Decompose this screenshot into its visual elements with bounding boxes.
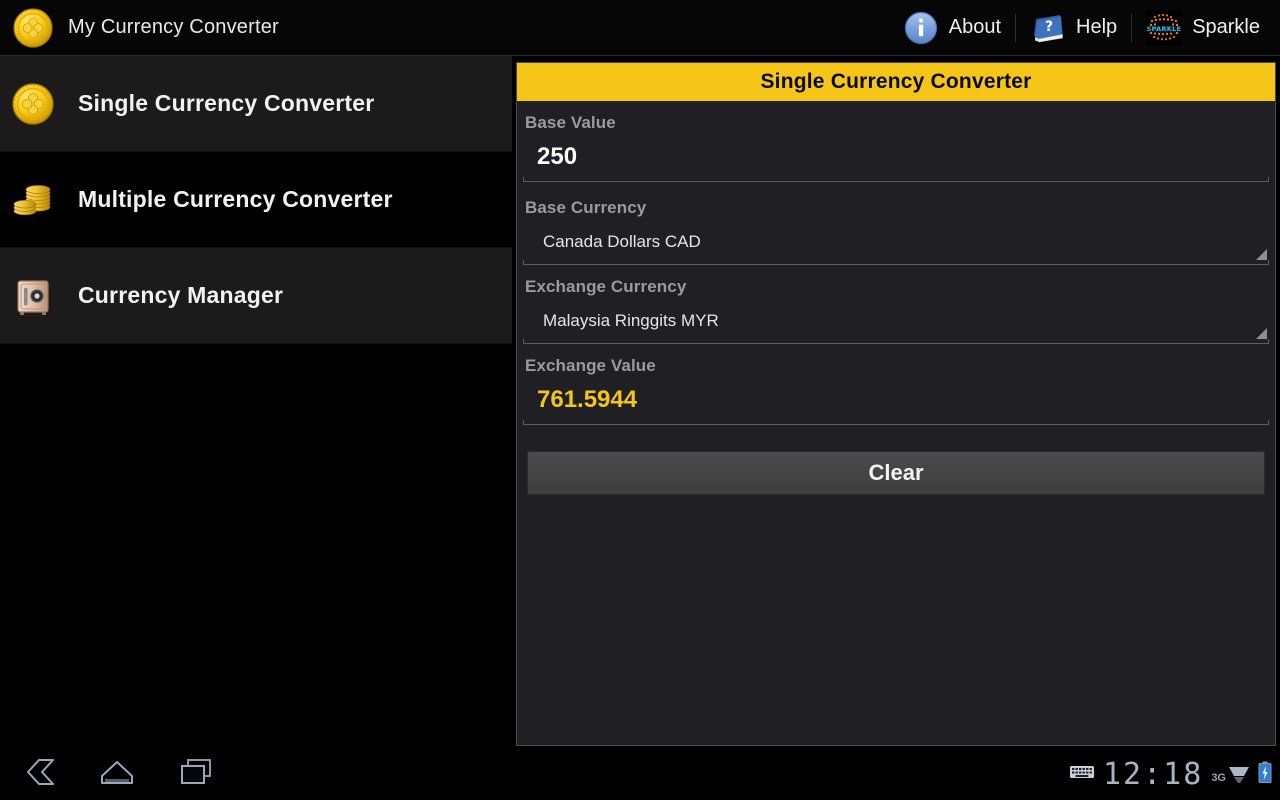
sparkle-label: Sparkle	[1192, 16, 1260, 38]
sidebar: Single Currency Converter Multiple Curre…	[0, 56, 512, 800]
app-icon	[12, 7, 54, 49]
sidebar-item-label: Multiple Currency Converter	[78, 186, 393, 212]
exchange-currency-field: Exchange Currency Malaysia Ringgits MYR	[523, 265, 1269, 344]
base-currency-field: Base Currency Canada Dollars CAD	[523, 186, 1269, 265]
chevron-down-icon	[1256, 328, 1267, 339]
exchange-value-field: Exchange Value 761.5944	[523, 344, 1269, 429]
sparkle-button[interactable]: SPARKLE Sparkle	[1131, 5, 1274, 51]
info-circle-icon	[902, 9, 940, 47]
home-button[interactable]	[78, 748, 156, 800]
base-value-underline	[523, 177, 1269, 182]
exchange-currency-underline	[523, 339, 1269, 344]
about-button[interactable]: About	[888, 5, 1015, 51]
sparkle-icon-text: SPARKLE	[1147, 24, 1182, 32]
sidebar-item-label: Currency Manager	[78, 282, 284, 308]
base-currency-underline	[523, 260, 1269, 265]
svg-text:?: ?	[1045, 19, 1053, 35]
help-button[interactable]: ? Help	[1015, 5, 1131, 51]
system-navigation-bar: 12:18 3G	[0, 748, 1280, 800]
recent-apps-icon	[175, 756, 215, 793]
sidebar-item-single-currency-converter[interactable]: Single Currency Converter	[0, 56, 512, 152]
app-title: My Currency Converter	[68, 16, 279, 38]
base-currency-spinner[interactable]: Canada Dollars CAD	[523, 222, 1269, 265]
panel-title: Single Currency Converter	[517, 63, 1275, 101]
exchange-currency-value: Malaysia Ringgits MYR	[543, 311, 719, 330]
tablet-screen: My Currency Converter About ? Help SPARK…	[0, 0, 1280, 800]
exchange-value-label: Exchange Value	[525, 356, 656, 375]
exchange-currency-label: Exchange Currency	[525, 277, 687, 296]
base-value-input[interactable]: 250	[523, 137, 1269, 186]
network-type-label: 3G	[1211, 772, 1226, 784]
status-icons: 12:18 3G	[1069, 757, 1272, 792]
exchange-value-text: 761.5944	[537, 386, 638, 413]
base-currency-label: Base Currency	[525, 198, 647, 217]
sidebar-item-label: Single Currency Converter	[78, 90, 375, 116]
sidebar-item-currency-manager[interactable]: Currency Manager	[0, 248, 512, 344]
action-bar-items: About ? Help SPARKLE Sparkle	[888, 0, 1274, 55]
recent-apps-button[interactable]	[156, 748, 234, 800]
base-value-label: Base Value	[525, 113, 616, 132]
back-button[interactable]	[0, 748, 78, 800]
about-label: About	[948, 16, 1002, 38]
exchange-value-underline	[523, 420, 1269, 425]
safe-vault-icon	[10, 273, 56, 319]
signal-bars-icon: 3G	[1211, 764, 1250, 784]
sparkle-globe-icon: SPARKLE	[1145, 9, 1183, 47]
help-label: Help	[1076, 16, 1118, 38]
base-currency-value: Canada Dollars CAD	[543, 232, 701, 251]
coin-stack-icon	[10, 177, 56, 223]
gold-coin-clover-icon	[10, 81, 56, 127]
action-bar: My Currency Converter About ? Help SPARK…	[0, 0, 1280, 56]
chevron-down-icon	[1256, 249, 1267, 260]
clear-button[interactable]: Clear	[527, 451, 1265, 495]
base-value-text: 250	[537, 143, 578, 170]
back-chevron-icon	[19, 756, 59, 793]
help-book-icon: ?	[1029, 9, 1067, 47]
content-panel: Single Currency Converter Base Value 250…	[516, 62, 1276, 746]
base-value-field: Base Value 250	[523, 101, 1269, 186]
home-icon	[97, 756, 137, 793]
exchange-currency-spinner[interactable]: Malaysia Ringgits MYR	[523, 301, 1269, 344]
sidebar-item-multiple-currency-converter[interactable]: Multiple Currency Converter	[0, 152, 512, 248]
panel-body: Base Value 250 Base Currency Canada Doll…	[517, 101, 1275, 495]
exchange-value-output: 761.5944	[523, 380, 1269, 429]
keyboard-icon[interactable]	[1069, 764, 1095, 785]
status-clock: 12:18	[1103, 756, 1204, 792]
battery-charging-icon	[1258, 761, 1272, 788]
